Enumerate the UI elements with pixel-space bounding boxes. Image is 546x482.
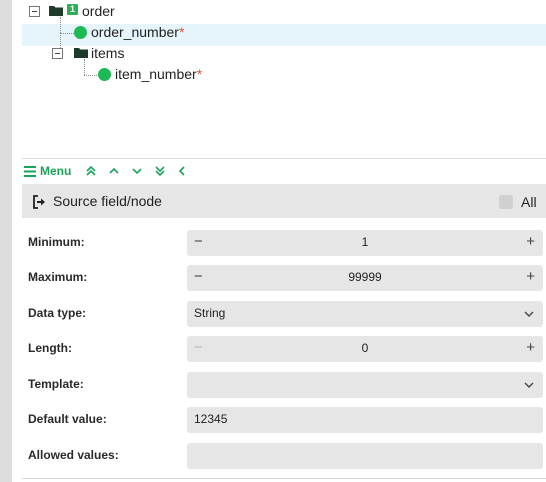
required-mark: *	[196, 66, 203, 82]
default-value-text: 12345	[194, 412, 228, 426]
tree-node-items[interactable]: items	[91, 45, 124, 61]
default-value-label: Default value:	[28, 412, 107, 426]
length-label: Length:	[28, 341, 72, 355]
length-stepper[interactable]: − 0 +	[187, 336, 543, 362]
sign-in-icon	[33, 195, 45, 209]
tree-node-order[interactable]: order	[82, 3, 115, 19]
template-row: Template:	[22, 372, 546, 398]
tree-connector	[84, 75, 99, 76]
data-type-select[interactable]: String	[187, 301, 543, 327]
default-value-input[interactable]: 12345	[187, 407, 543, 433]
allowed-values-input[interactable]	[187, 443, 543, 469]
data-type-row: Data type: String	[22, 301, 546, 327]
maximum-increment-button[interactable]: +	[526, 268, 535, 285]
chevron-up-icon[interactable]	[107, 164, 121, 178]
bottom-divider	[22, 478, 546, 479]
data-type-label: Data type:	[28, 306, 87, 320]
tree-connector	[60, 17, 61, 33]
length-increment-button[interactable]: +	[526, 339, 535, 356]
folder-icon	[49, 6, 63, 16]
field-node-icon	[98, 68, 111, 81]
item-number-label: item_number	[115, 66, 197, 82]
minimum-row: Minimum: − 1 +	[22, 230, 546, 256]
menu-label: Menu	[40, 164, 72, 178]
double-chevron-down-icon[interactable]	[153, 164, 167, 178]
chevron-left-icon[interactable]	[175, 164, 189, 178]
template-select[interactable]	[187, 372, 543, 398]
chevron-down-icon	[524, 311, 534, 317]
toolbar: Menu	[22, 161, 546, 183]
source-field-label: Source field/node	[53, 193, 162, 209]
allowed-values-row: Allowed values:	[22, 443, 546, 469]
allowed-values-label: Allowed values:	[28, 448, 119, 462]
field-node-icon	[74, 26, 87, 39]
tree-node-order-number[interactable]: order_number*	[91, 24, 184, 40]
length-value[interactable]: 0	[187, 341, 543, 355]
hamburger-icon	[24, 165, 36, 177]
double-chevron-up-icon[interactable]	[84, 164, 98, 178]
tree-connector	[84, 59, 85, 75]
left-rail	[0, 0, 12, 482]
schema-tree: 1 order order_number* items item_number*	[12, 0, 546, 158]
minimum-label: Minimum:	[28, 235, 85, 249]
all-label: All	[521, 194, 537, 210]
all-checkbox[interactable]	[499, 195, 513, 209]
length-row: Length: − 0 +	[22, 336, 546, 362]
chevron-down-icon[interactable]	[130, 164, 144, 178]
folder-icon	[74, 48, 88, 58]
menu-button[interactable]: Menu	[24, 164, 71, 178]
data-type-value: String	[194, 306, 226, 320]
root-badge: 1	[67, 4, 78, 15]
collapse-order-toggle[interactable]	[29, 6, 40, 17]
order-number-label: order_number	[91, 24, 179, 40]
template-label: Template:	[28, 377, 84, 391]
minimum-increment-button[interactable]: +	[526, 233, 535, 250]
maximum-label: Maximum:	[28, 270, 88, 284]
minimum-value[interactable]: 1	[187, 235, 543, 249]
tree-node-item-number[interactable]: item_number*	[115, 66, 202, 82]
default-value-row: Default value: 12345	[22, 407, 546, 433]
collapse-items-toggle[interactable]	[52, 48, 63, 59]
chevron-down-icon	[524, 382, 534, 388]
required-mark: *	[178, 24, 185, 40]
minimum-stepper[interactable]: − 1 +	[187, 230, 543, 256]
source-field-bar: Source field/node All	[22, 184, 546, 218]
maximum-value[interactable]: 99999	[187, 270, 543, 284]
maximum-row: Maximum: − 99999 +	[22, 265, 546, 291]
maximum-stepper[interactable]: − 99999 +	[187, 265, 543, 291]
tree-divider	[22, 158, 546, 159]
